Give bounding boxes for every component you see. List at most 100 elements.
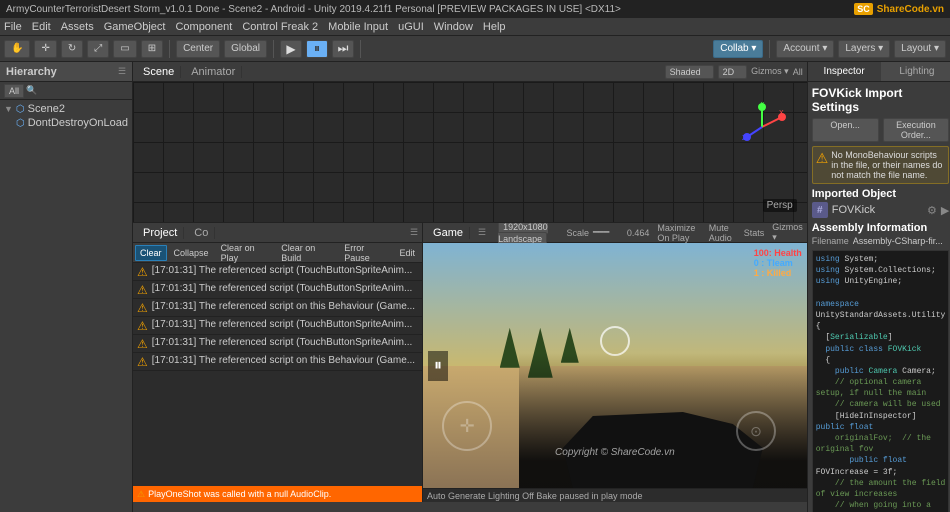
imported-object-row: # FOVKick ⚙ ▶ bbox=[812, 202, 950, 218]
warn-icon-0: ⚠ bbox=[137, 266, 148, 278]
scene-viewport[interactable]: X Y Z Persp bbox=[133, 82, 807, 222]
toolbar-separator-3 bbox=[360, 40, 361, 58]
gizmos-btn[interactable]: Gizmos ▾ bbox=[751, 66, 789, 77]
code-line-11: // camera will be used bbox=[816, 399, 946, 410]
expand-arrow: ▼ bbox=[4, 104, 13, 114]
scene-tab[interactable]: Scene bbox=[137, 66, 181, 78]
menu-window[interactable]: Window bbox=[434, 21, 473, 33]
pause-overlay-btn[interactable]: ⏸ bbox=[428, 351, 448, 381]
step-button[interactable]: ⏭ bbox=[332, 40, 354, 58]
project-tab-bar: Project Co ☰ bbox=[133, 223, 422, 243]
scale-tool-button[interactable]: ⤢ bbox=[87, 40, 109, 58]
menu-assets[interactable]: Assets bbox=[61, 21, 94, 33]
pivot-button[interactable]: Center bbox=[176, 40, 220, 58]
code-line-6: [Serializable] bbox=[816, 332, 946, 343]
game-resolution-dropdown[interactable]: 1920x1080 Landscape bbox=[498, 223, 558, 245]
menu-gameobject[interactable]: GameObject bbox=[104, 21, 166, 33]
menu-component[interactable]: Component bbox=[175, 21, 232, 33]
console-entry-2[interactable]: ⚠ [17:01:31] The referenced script on th… bbox=[133, 299, 422, 317]
imported-object-header: Imported Object bbox=[812, 188, 950, 200]
lighting-tab[interactable]: Lighting bbox=[881, 62, 950, 81]
collab-button[interactable]: Collab ▾ bbox=[713, 40, 763, 58]
main-layout: Hierarchy ☰ All 🔍 ▼ ⬡ Scene2 ⬡ DontDestr… bbox=[0, 62, 950, 512]
layers-button[interactable]: Layers ▾ bbox=[838, 40, 890, 58]
code-viewer: using System; using System.Collections; … bbox=[812, 250, 950, 512]
menu-ugui[interactable]: uGUI bbox=[398, 21, 424, 33]
hierarchy-item-dontdestroy[interactable]: ⬡ DontDestroyOnLoad bbox=[2, 116, 130, 130]
code-line-13: originalFov; // the original fov bbox=[816, 433, 946, 455]
hand-tool-button[interactable]: ✋ bbox=[4, 40, 30, 58]
play-button[interactable]: ▶ bbox=[280, 40, 302, 58]
mute-audio-btn[interactable]: Mute Audio bbox=[709, 223, 736, 243]
project-tab[interactable]: Project bbox=[137, 227, 184, 239]
collapse-button[interactable]: Collapse bbox=[169, 245, 214, 261]
move-tool-button[interactable]: ✛ bbox=[34, 40, 56, 58]
object-settings-icon[interactable]: ⚙ bbox=[927, 204, 937, 217]
pause-button[interactable]: ⏸ bbox=[306, 40, 328, 58]
assembly-section-header: Assembly Information bbox=[812, 222, 950, 234]
scene-toolbar: Scene Animator Shaded 2D Gizmos ▾ All bbox=[133, 62, 807, 82]
hierarchy-search-icon[interactable]: 🔍 bbox=[26, 85, 37, 96]
console-entry-0[interactable]: ⚠ [17:01:31] The referenced script (Touc… bbox=[133, 263, 422, 281]
hierarchy-menu-icon[interactable]: ☰ bbox=[118, 66, 126, 77]
console-tab[interactable]: Co bbox=[188, 227, 215, 239]
mode-dropdown[interactable]: 2D bbox=[718, 65, 748, 79]
game-screenshot: 100: Health 0 : Tleam 1 : Killed bbox=[423, 243, 807, 488]
menu-file[interactable]: File bbox=[4, 21, 22, 33]
maximize-on-play-btn[interactable]: Maximize On Play bbox=[657, 223, 700, 243]
game-viewport[interactable]: 100: Health 0 : Tleam 1 : Killed bbox=[423, 243, 807, 488]
code-line-16: // when going into a run bbox=[816, 500, 946, 512]
filename-key: Filename bbox=[812, 236, 849, 246]
menu-help[interactable]: Help bbox=[483, 21, 506, 33]
console-entry-4[interactable]: ⚠ [17:01:31] The referenced script (Touc… bbox=[133, 335, 422, 353]
imported-object-name: FOVKick bbox=[832, 204, 923, 216]
console-text-2: [17:01:31] The referenced script on this… bbox=[152, 301, 415, 312]
transform-tool-button[interactable]: ⊞ bbox=[141, 40, 163, 58]
hierarchy-item-scene2[interactable]: ▼ ⬡ Scene2 bbox=[2, 102, 130, 116]
shading-dropdown[interactable]: Shaded bbox=[665, 65, 714, 79]
panel-menu-icon[interactable]: ☰ bbox=[410, 227, 418, 238]
error-pause-button[interactable]: Error Pause bbox=[339, 245, 392, 261]
title-bar: ArmyCounterTerroristDesert Storm_v1.0.1 … bbox=[0, 0, 950, 18]
menu-mobileinput[interactable]: Mobile Input bbox=[328, 21, 388, 33]
menu-bar: File Edit Assets GameObject Component Co… bbox=[0, 18, 950, 36]
animator-tab[interactable]: Animator bbox=[185, 66, 242, 78]
object-more-icon[interactable]: ▶ bbox=[941, 204, 949, 217]
game-status-bar: Auto Generate Lighting Off Bake paused i… bbox=[423, 488, 807, 502]
toolbar-separator-4 bbox=[769, 40, 770, 58]
game-tab-label[interactable]: Game bbox=[427, 227, 470, 239]
stats-btn[interactable]: Stats bbox=[744, 228, 765, 238]
open-button[interactable]: Open... bbox=[812, 118, 879, 142]
code-line-4: namespace UnityStandardAssets.Utility bbox=[816, 299, 946, 321]
rotate-tool-button[interactable]: ↻ bbox=[61, 40, 83, 58]
perspective-label: Persp bbox=[763, 199, 797, 212]
console-entry-3[interactable]: ⚠ [17:01:31] The referenced script (Touc… bbox=[133, 317, 422, 335]
account-button[interactable]: Account ▾ bbox=[776, 40, 834, 58]
status-warn-icon: ⚠ bbox=[137, 490, 145, 499]
menu-edit[interactable]: Edit bbox=[32, 21, 51, 33]
scene-all-btn[interactable]: All bbox=[793, 67, 803, 77]
console-entry-5[interactable]: ⚠ [17:01:31] The referenced script on th… bbox=[133, 353, 422, 371]
hierarchy-dontdestroy-label: DontDestroyOnLoad bbox=[28, 117, 128, 129]
game-gizmos-btn[interactable]: Gizmos ▾ bbox=[772, 223, 803, 243]
layout-button[interactable]: Layout ▾ bbox=[894, 40, 946, 58]
inspector-tab[interactable]: Inspector bbox=[808, 62, 881, 81]
hierarchy-all-button[interactable]: All bbox=[4, 84, 24, 98]
global-button[interactable]: Global bbox=[224, 40, 267, 58]
hierarchy-panel: Hierarchy ☰ All 🔍 ▼ ⬡ Scene2 ⬡ DontDestr… bbox=[0, 62, 133, 512]
right-panel: Inspector Lighting FOVKick Import Settin… bbox=[807, 62, 950, 512]
clear-on-play-button[interactable]: Clear on Play bbox=[216, 245, 275, 261]
game-menu-icon[interactable]: ☰ bbox=[478, 227, 486, 238]
clear-button[interactable]: Clear bbox=[135, 245, 167, 261]
clear-on-build-button[interactable]: Clear on Build bbox=[276, 245, 337, 261]
menu-controlfreak[interactable]: Control Freak 2 bbox=[242, 21, 318, 33]
rect-tool-button[interactable]: ▭ bbox=[113, 40, 136, 58]
filename-val: Assembly-CSharp-fir... bbox=[853, 236, 950, 246]
scale-slider[interactable]: ━━━ bbox=[593, 227, 623, 238]
gameobject-icon: ⬡ bbox=[16, 118, 25, 129]
code-line-7: public class FOVKick bbox=[816, 344, 946, 355]
console-entry-1[interactable]: ⚠ [17:01:31] The referenced script (Touc… bbox=[133, 281, 422, 299]
scene-icon: ⬡ bbox=[16, 104, 25, 115]
edit-button[interactable]: Edit bbox=[395, 245, 421, 261]
execution-order-button[interactable]: Execution Order... bbox=[883, 118, 950, 142]
